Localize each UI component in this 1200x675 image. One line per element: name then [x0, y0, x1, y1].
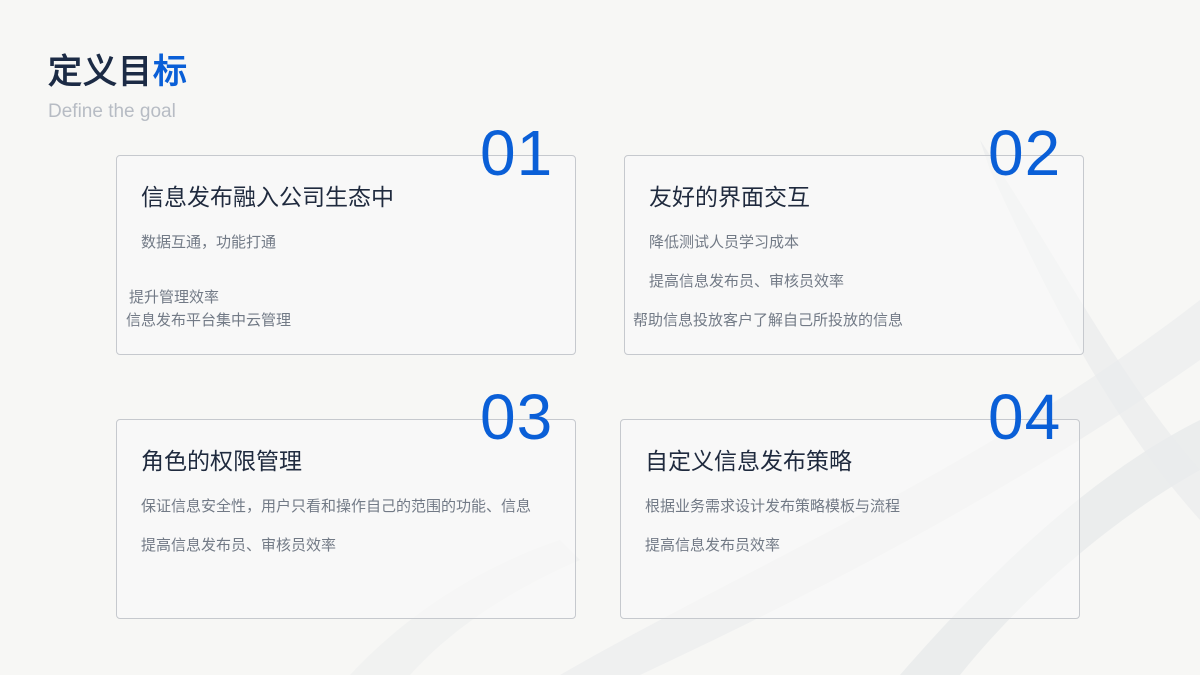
card-line: 提高信息发布员、审核员效率 [141, 536, 337, 554]
card-line: 提高信息发布员效率 [645, 536, 781, 554]
card-number: 02 [988, 117, 1062, 189]
card-line: 帮助信息投放客户了解自己所投放的信息 [633, 311, 904, 329]
card-title: 角色的权限管理 [141, 449, 302, 475]
card-number: 04 [988, 381, 1062, 453]
page-subtitle: Define the goal [48, 101, 176, 122]
page-title: 定义目标 [48, 50, 188, 94]
page-title-accent: 标 [153, 52, 188, 92]
card-title: 友好的界面交互 [649, 185, 810, 211]
card-line: 信息发布平台集中云管理 [126, 311, 292, 329]
card-line: 降低测试人员学习成本 [649, 233, 800, 251]
card-number: 03 [480, 381, 554, 453]
card-line: 提高信息发布员、审核员效率 [649, 272, 845, 290]
card-title: 信息发布融入公司生态中 [141, 185, 394, 211]
page-title-main: 定义目 [48, 52, 153, 92]
card-line: 数据互通，功能打通 [141, 233, 277, 251]
card-line: 保证信息安全性，用户只看和操作自己的范围的功能、信息 [141, 497, 532, 515]
card-line: 提升管理效率 [129, 288, 220, 306]
card-line: 根据业务需求设计发布策略模板与流程 [645, 497, 901, 515]
card-title: 自定义信息发布策略 [645, 449, 852, 475]
card-number: 01 [480, 117, 554, 189]
